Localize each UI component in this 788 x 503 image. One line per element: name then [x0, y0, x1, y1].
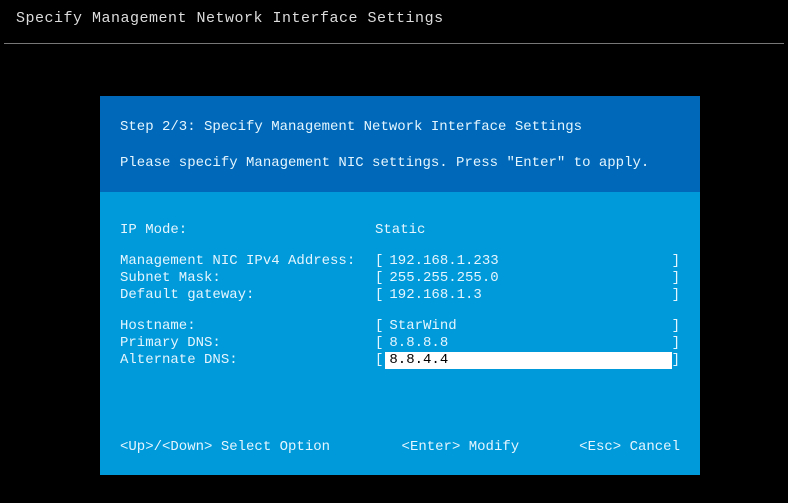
mgmt-ip-row[interactable]: Management NIC IPv4 Address: [ 192.168.1…	[120, 253, 680, 270]
hostname-value: StarWind	[383, 318, 456, 335]
mgmt-ip-value: 192.168.1.233	[383, 253, 498, 270]
title-separator	[4, 43, 784, 44]
alternate-dns-input[interactable]: 8.8.4.4	[385, 352, 452, 369]
hostname-row[interactable]: Hostname: [ StarWind ]	[120, 318, 680, 335]
bracket-close-icon: ]	[672, 287, 680, 304]
instruction-text: Please specify Management NIC settings. …	[120, 152, 680, 174]
nav-hint: <Up>/<Down> Select Option	[120, 439, 402, 455]
footer-hints: <Up>/<Down> Select Option <Enter> Modify…	[120, 439, 680, 455]
primary-dns-row[interactable]: Primary DNS: [ 8.8.8.8 ]	[120, 335, 680, 352]
bracket-open-icon: [	[375, 270, 383, 287]
primary-dns-value: 8.8.8.8	[383, 335, 448, 352]
modify-hint: <Enter> Modify	[402, 439, 520, 455]
step-heading: Step 2/3: Specify Management Network Int…	[120, 116, 680, 138]
ip-mode-row[interactable]: IP Mode: Static	[120, 222, 680, 239]
ip-mode-label: IP Mode:	[120, 222, 375, 239]
subnet-mask-row[interactable]: Subnet Mask: [ 255.255.255.0 ]	[120, 270, 680, 287]
subnet-mask-value: 255.255.255.0	[383, 270, 498, 287]
alternate-dns-row[interactable]: Alternate DNS: [ 8.8.4.4 ]	[120, 352, 680, 369]
bracket-open-icon: [	[375, 253, 383, 270]
cancel-hint: <Esc> Cancel	[579, 439, 680, 455]
bracket-open-icon: [	[375, 335, 383, 352]
bracket-open-icon: [	[375, 318, 383, 335]
window-title: Specify Management Network Interface Set…	[16, 10, 444, 27]
mgmt-ip-label: Management NIC IPv4 Address:	[120, 253, 375, 270]
gateway-row[interactable]: Default gateway: [ 192.168.1.3 ]	[120, 287, 680, 304]
gateway-value: 192.168.1.3	[383, 287, 481, 304]
bracket-close-icon: ]	[672, 335, 680, 352]
bracket-close-icon: ]	[672, 352, 680, 369]
subnet-mask-label: Subnet Mask:	[120, 270, 375, 287]
dialog-body: IP Mode: Static Management NIC IPv4 Addr…	[100, 192, 700, 369]
bracket-close-icon: ]	[672, 318, 680, 335]
primary-dns-label: Primary DNS:	[120, 335, 375, 352]
hostname-label: Hostname:	[120, 318, 375, 335]
dialog-panel: Step 2/3: Specify Management Network Int…	[100, 96, 700, 475]
bracket-open-icon: [	[375, 352, 383, 369]
dialog-header: Step 2/3: Specify Management Network Int…	[100, 96, 700, 192]
alternate-dns-label: Alternate DNS:	[120, 352, 375, 369]
bracket-close-icon: ]	[672, 270, 680, 287]
bracket-open-icon: [	[375, 287, 383, 304]
window-title-bar: Specify Management Network Interface Set…	[0, 0, 788, 43]
ip-mode-value: Static	[375, 222, 680, 239]
gateway-label: Default gateway:	[120, 287, 375, 304]
bracket-close-icon: ]	[672, 253, 680, 270]
